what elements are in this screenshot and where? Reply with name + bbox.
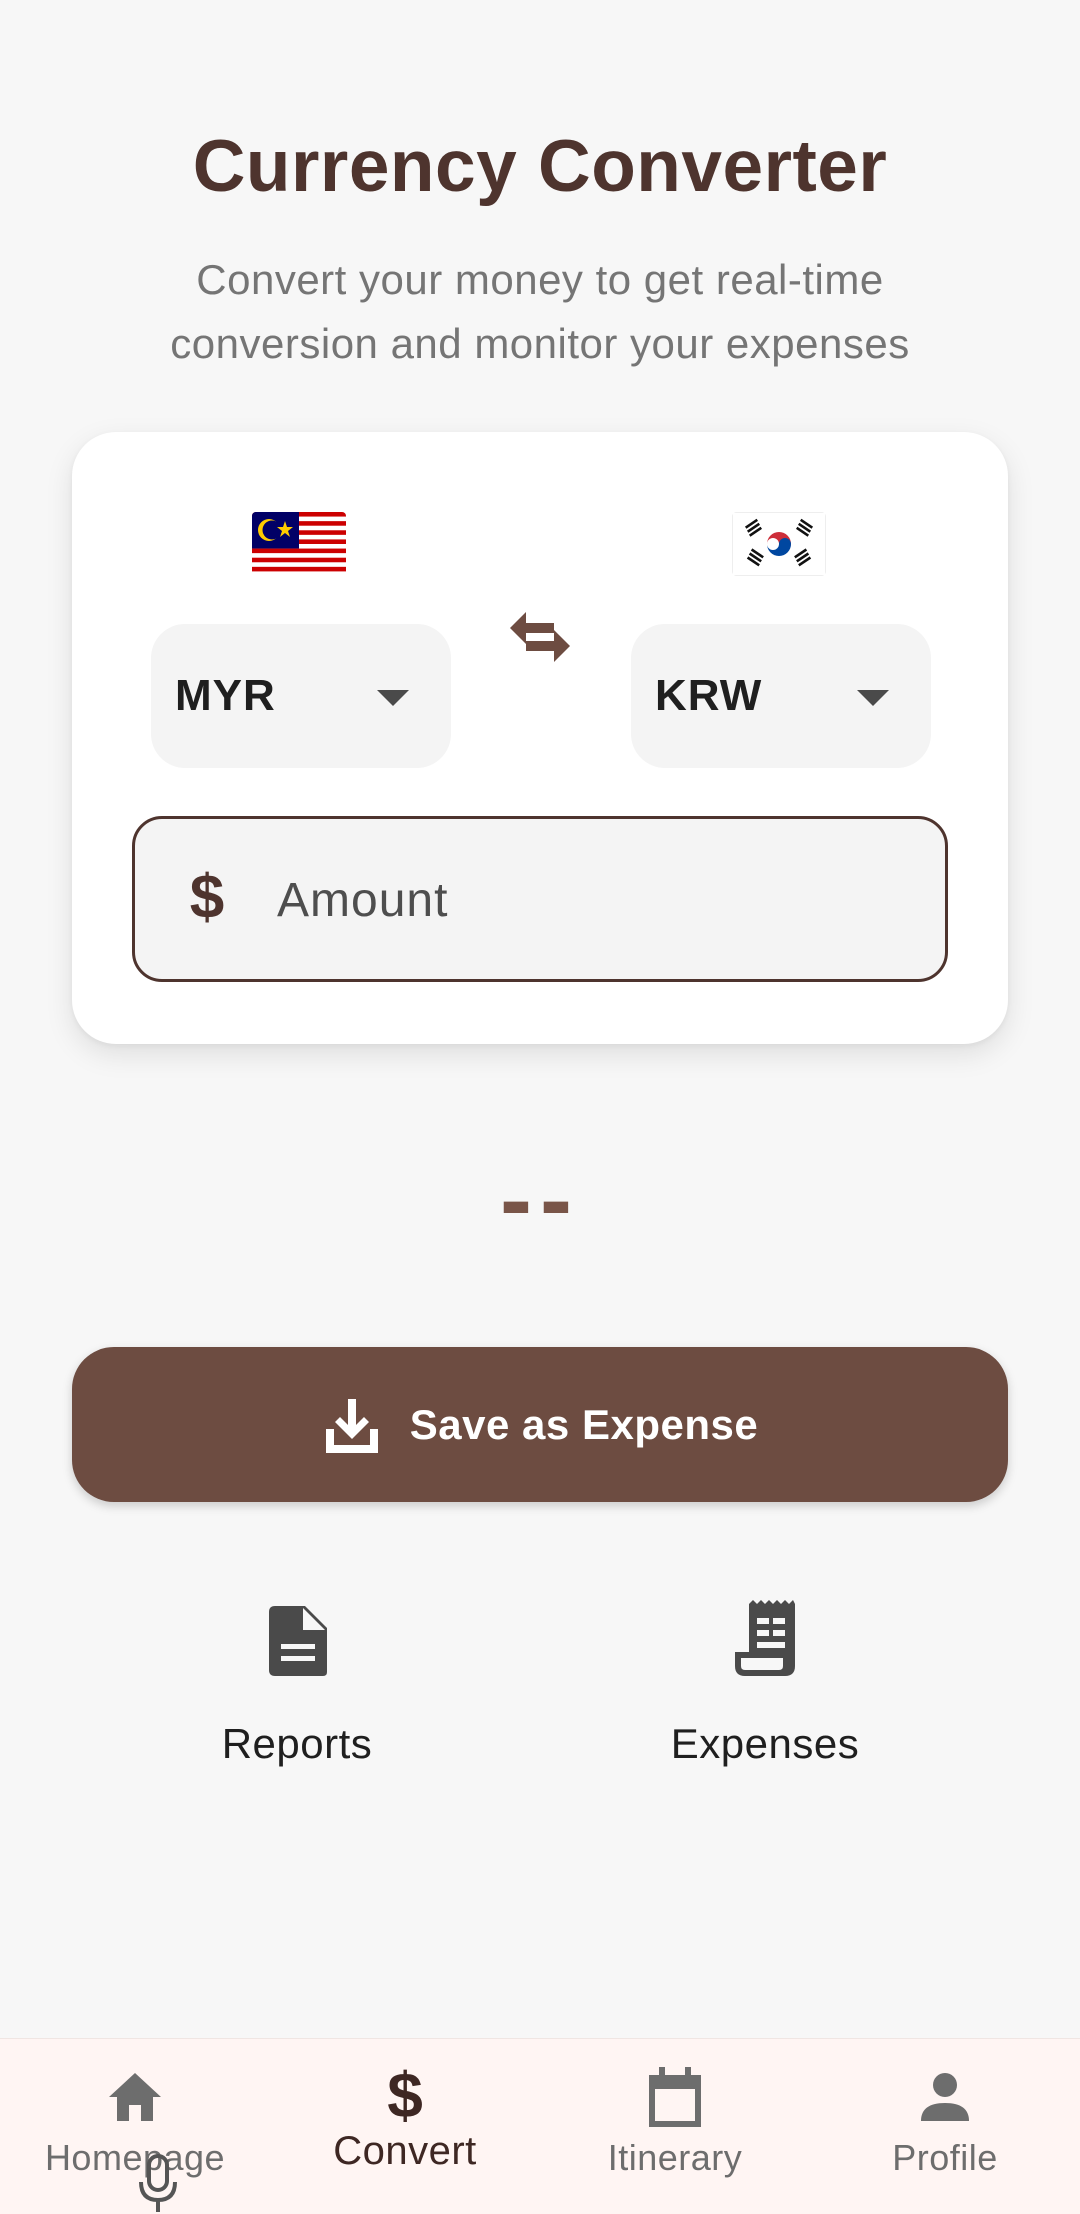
chevron-down-icon xyxy=(857,690,889,706)
receipt-icon xyxy=(729,1600,801,1680)
to-currency-label: KRW xyxy=(655,671,763,720)
expenses-label: Expenses xyxy=(670,1720,860,1767)
conversion-result: -- xyxy=(500,1146,580,1253)
amount-field[interactable]: $ xyxy=(132,816,948,982)
nav-label-convert: Convert xyxy=(333,2129,477,2173)
expenses-link[interactable]: Expenses xyxy=(605,1600,925,1800)
nav-item-convert[interactable]: $ Convert xyxy=(270,2039,540,2214)
microphone-icon[interactable] xyxy=(136,2154,180,2214)
currency-converter-screen: Currency Converter Convert your money to… xyxy=(0,0,1080,2214)
save-as-expense-button[interactable]: Save as Expense xyxy=(72,1347,1008,1502)
south-korea-flag-icon xyxy=(732,512,826,576)
from-currency-label: MYR xyxy=(175,671,276,720)
home-icon xyxy=(103,2065,167,2129)
download-icon xyxy=(322,1395,382,1455)
svg-text:$: $ xyxy=(387,2061,423,2125)
nav-item-itinerary[interactable]: Itinerary xyxy=(540,2039,810,2214)
swap-horizontal-icon[interactable] xyxy=(498,598,582,682)
reports-link[interactable]: Reports xyxy=(137,1600,457,1800)
malaysia-flag-icon xyxy=(252,512,346,576)
nav-item-profile[interactable]: Profile xyxy=(810,2039,1080,2214)
nav-label-homepage: Homepage xyxy=(44,2137,226,2178)
calendar-icon xyxy=(643,2065,707,2129)
person-icon xyxy=(913,2065,977,2129)
dollar-icon: $ xyxy=(373,2061,437,2125)
converter-card: MYR KRW $ xyxy=(72,432,1008,1044)
document-icon xyxy=(261,1600,333,1680)
page-subtitle: Convert your money to get real-time conv… xyxy=(170,256,910,367)
from-currency-select[interactable]: MYR xyxy=(151,624,451,768)
page-title: Currency Converter xyxy=(192,126,888,207)
to-currency-select[interactable]: KRW xyxy=(631,624,931,768)
amount-input[interactable] xyxy=(275,849,899,951)
chevron-down-icon xyxy=(377,690,409,706)
nav-label-itinerary: Itinerary xyxy=(607,2137,743,2178)
save-as-expense-label: Save as Expense xyxy=(409,1400,759,1448)
reports-label: Reports xyxy=(221,1720,373,1767)
dollar-icon: $ xyxy=(189,863,225,932)
nav-label-profile: Profile xyxy=(892,2137,998,2178)
nav-item-homepage[interactable]: Homepage xyxy=(0,2039,270,2214)
